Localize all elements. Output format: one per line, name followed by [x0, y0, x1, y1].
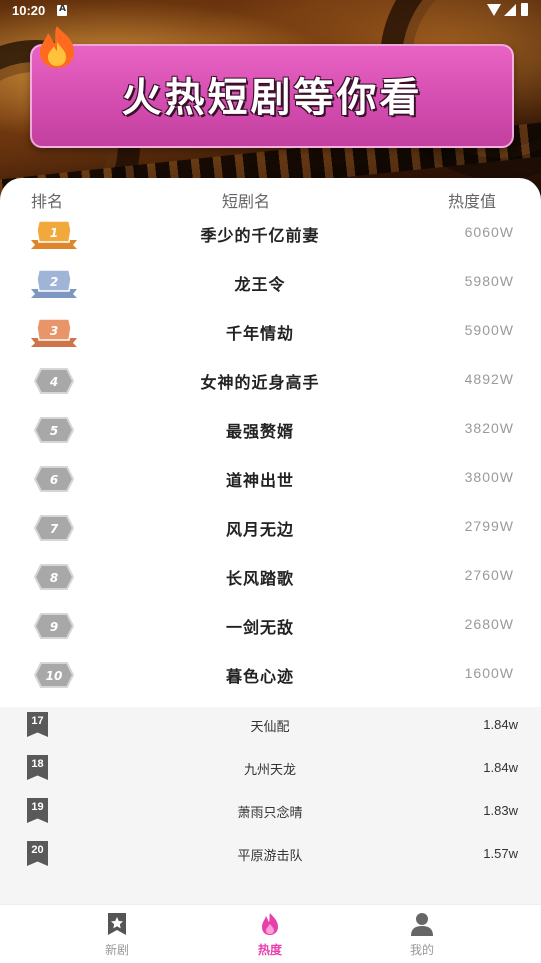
- ranking-row[interactable]: 8 长风踏歌 2760W: [0, 553, 541, 602]
- heat-value: 1600W: [464, 665, 514, 681]
- drama-title: 一剑无敌: [225, 618, 294, 637]
- heat-value: 5900W: [464, 322, 514, 338]
- rank-number: 4: [49, 375, 58, 389]
- status-bar: 10:20: [0, 0, 541, 22]
- rank-number-badge-icon: 8: [29, 561, 79, 593]
- heat-value: 6060W: [464, 224, 514, 240]
- drama-title: 龙王令: [234, 275, 286, 294]
- drama-title: 天仙配: [250, 720, 290, 735]
- rank-number-badge-icon: 7: [29, 512, 79, 544]
- star-bookmark-icon: [108, 913, 126, 935]
- banner-title: 火热短剧等你看: [121, 75, 423, 121]
- heat-value: 1.84w: [483, 717, 518, 732]
- nav-tab-me[interactable]: 我的: [362, 905, 482, 963]
- wifi-icon: [487, 4, 501, 16]
- list-item[interactable]: 18 九州天龙 1.84w: [0, 750, 541, 793]
- nav-tab-hot[interactable]: 热度: [210, 905, 330, 963]
- heat-value: 2760W: [464, 567, 514, 583]
- heat-value: 1.57w: [483, 846, 518, 861]
- status-time: 10:20: [12, 3, 46, 18]
- bottom-navigation: 新剧 热度 我的: [0, 904, 541, 963]
- ranking-row[interactable]: 1 季少的千亿前妻 6060W: [0, 210, 541, 259]
- sim-indicator-icon: [57, 4, 67, 16]
- rank-bookmark-icon: 17: [27, 712, 48, 737]
- ranking-row[interactable]: 5 最强赘婿 3820W: [0, 406, 541, 455]
- rank-medal-icon: 2: [29, 267, 79, 299]
- heat-value: 2680W: [464, 616, 514, 632]
- drama-title: 女神的近身高手: [200, 373, 320, 392]
- heat-value: 5980W: [464, 273, 514, 289]
- hero-banner: 火热短剧等你看: [30, 44, 514, 148]
- rank-bookmark-icon: 18: [27, 755, 48, 780]
- nav-label: 我的: [409, 943, 434, 957]
- rank-number: 6: [50, 473, 58, 487]
- nav-tab-new[interactable]: 新剧: [57, 905, 177, 963]
- column-header-name: 短剧名: [222, 192, 271, 211]
- flame-icon: [262, 913, 278, 935]
- drama-title: 风月无边: [225, 520, 294, 539]
- rank-number: 5: [50, 424, 58, 438]
- heat-value: 1.83w: [483, 803, 518, 818]
- drama-title: 九州天龙: [243, 763, 296, 778]
- rank-number: 8: [50, 571, 58, 585]
- rank-bookmark-icon: 19: [27, 798, 48, 823]
- rank-number: 9: [50, 620, 58, 634]
- drama-title: 千年情劫: [225, 324, 294, 343]
- rank-medal-icon: 1: [29, 218, 79, 250]
- rank-number-badge-icon: 10: [29, 659, 79, 691]
- ranking-row[interactable]: 6 道神出世 3800W: [0, 455, 541, 504]
- ranking-card: 排名 短剧名 热度值 1 季少的千亿前妻 6060W 2 龙王令 5980W 3…: [0, 178, 541, 708]
- ranking-row[interactable]: 2 龙王令 5980W: [0, 259, 541, 308]
- list-item[interactable]: 19 萧雨只念晴 1.83w: [0, 793, 541, 836]
- rank-number: 7: [50, 522, 59, 536]
- ranking-row[interactable]: 4 女神的近身高手 4892W: [0, 357, 541, 406]
- drama-title: 季少的千亿前妻: [200, 226, 320, 245]
- signal-icon: [504, 4, 516, 16]
- ranking-row[interactable]: 9 一剑无敌 2680W: [0, 602, 541, 651]
- list-item[interactable]: 17 天仙配 1.84w: [0, 707, 541, 750]
- heat-value: 1.84w: [483, 760, 518, 775]
- list-item[interactable]: 20 平原游击队 1.57w: [0, 836, 541, 879]
- rank-number: 3: [50, 324, 58, 338]
- column-header-rank: 排名: [31, 192, 64, 211]
- nav-label: 热度: [257, 943, 282, 957]
- more-ranking-list: 17 天仙配 1.84w 18 九州天龙 1.84w 19 萧雨只念晴 1.83…: [0, 707, 541, 904]
- rank-medal-icon: 3: [29, 316, 79, 348]
- rank-number: 1: [50, 226, 58, 240]
- rank-number-badge-icon: 9: [29, 610, 79, 642]
- drama-title: 萧雨只念晴: [237, 806, 303, 821]
- ranking-row[interactable]: 7 风月无边 2799W: [0, 504, 541, 553]
- column-header-heat: 热度值: [448, 192, 497, 211]
- heat-value: 2799W: [464, 518, 514, 534]
- rank-number-badge-icon: 4: [29, 365, 79, 397]
- drama-title: 最强赘婿: [225, 422, 294, 441]
- rank-number-badge-icon: 5: [29, 414, 79, 446]
- ranking-list: 1 季少的千亿前妻 6060W 2 龙王令 5980W 3 千年情劫 5900W…: [0, 210, 541, 700]
- rank-number: 2: [50, 275, 58, 289]
- rank-number-badge-icon: 6: [29, 463, 79, 495]
- rank-bookmark-icon: 20: [27, 841, 48, 866]
- nav-label: 新剧: [104, 943, 129, 957]
- flame-icon: [40, 26, 74, 68]
- drama-title: 平原游击队: [237, 849, 303, 864]
- heat-value: 3820W: [464, 420, 514, 436]
- battery-icon: [521, 3, 528, 16]
- rank-number: 10: [46, 669, 63, 683]
- drama-title: 长风踏歌: [225, 569, 294, 588]
- ranking-row[interactable]: 3 千年情劫 5900W: [0, 308, 541, 357]
- heat-value: 4892W: [464, 371, 514, 387]
- drama-title: 道神出世: [225, 471, 294, 490]
- drama-title: 暮色心迹: [225, 667, 294, 686]
- person-icon: [411, 913, 433, 936]
- ranking-row[interactable]: 10 暮色心迹 1600W: [0, 651, 541, 700]
- heat-value: 3800W: [464, 469, 514, 485]
